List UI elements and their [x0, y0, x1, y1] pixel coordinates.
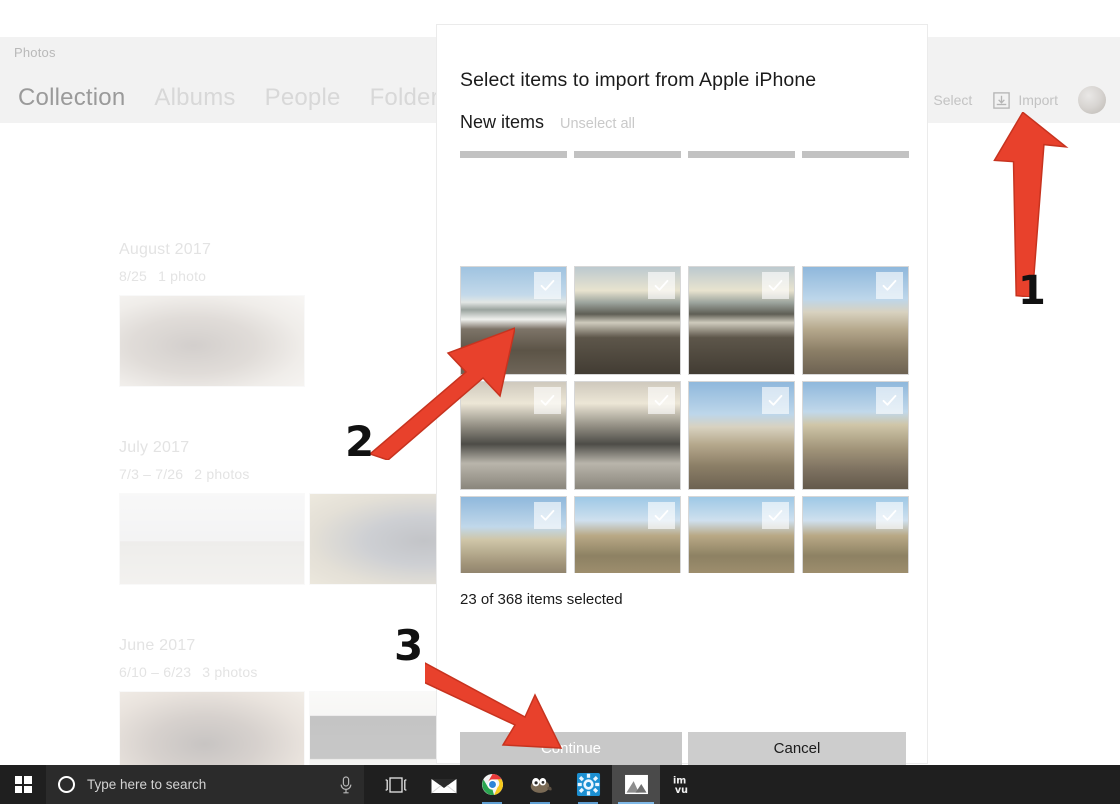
import-button[interactable]: Import — [992, 91, 1058, 110]
photo-thumbnail[interactable] — [802, 381, 909, 490]
photo-thumbnail[interactable] — [574, 496, 681, 573]
navigation-tabs: Collection Albums People Folders — [18, 84, 451, 112]
new-items-label: New items — [460, 112, 545, 132]
group-dates: 7/3 – 7/26 — [119, 466, 184, 482]
settings-app-icon[interactable] — [564, 765, 612, 804]
photo-thumbnail[interactable] — [802, 266, 909, 375]
photo-grid-item[interactable] — [574, 148, 688, 263]
photo-thumbnail[interactable] — [802, 496, 909, 573]
photo-thumbnail[interactable] — [802, 151, 909, 158]
import-label: Import — [1018, 92, 1058, 108]
photo-grid[interactable] — [460, 148, 916, 573]
mail-icon[interactable] — [420, 765, 468, 804]
photo-thumbnail[interactable] — [460, 151, 567, 158]
photo-thumbnail[interactable] — [688, 266, 795, 375]
photo-grid-item[interactable] — [574, 493, 688, 573]
checkmark-icon[interactable] — [762, 502, 789, 529]
select-label: Select — [933, 92, 973, 108]
tab-albums[interactable]: Albums — [154, 84, 235, 112]
photo-thumbnail[interactable] — [574, 151, 681, 158]
tab-collection[interactable]: Collection — [18, 84, 125, 112]
photo-thumbnail[interactable] — [574, 266, 681, 375]
app-title: Photos — [14, 45, 56, 60]
chrome-icon[interactable] — [468, 765, 516, 804]
checkmark-icon[interactable] — [534, 272, 561, 299]
screen: Photos Collection Albums People Folders … — [0, 0, 1120, 804]
photo-grid-item[interactable] — [688, 263, 802, 378]
selection-status: 23 of 368 items selected — [460, 591, 623, 608]
account-avatar[interactable] — [1078, 86, 1106, 114]
imvu-icon[interactable]: im vu — [660, 765, 708, 804]
photo-grid-item[interactable] — [802, 263, 916, 378]
photo-grid-item[interactable] — [802, 378, 916, 493]
photo-group-august: August 2017 8/25 1 photo — [119, 241, 305, 387]
gimp-icon[interactable] — [516, 765, 564, 804]
photo-grid-item[interactable] — [688, 148, 802, 263]
group-dates: 8/25 — [119, 268, 148, 284]
search-input[interactable]: Type here to search — [87, 777, 326, 792]
group-count: 1 photo — [158, 268, 207, 284]
dialog-subheader: New items Unselect all — [460, 112, 635, 133]
checkmark-icon[interactable] — [648, 387, 675, 414]
photo-grid-item[interactable] — [460, 493, 574, 573]
windows-start-icon — [14, 776, 32, 793]
tab-people[interactable]: People — [265, 84, 341, 112]
taskbar-items: im vu — [372, 765, 708, 804]
dialog-title: Select items to import from Apple iPhone — [460, 69, 817, 91]
annotation-arrow-3 — [425, 662, 563, 749]
photo-grid-item[interactable] — [802, 493, 916, 573]
photo-thumbnail[interactable] — [574, 381, 681, 490]
photo-thumbnail[interactable] — [688, 381, 795, 490]
cancel-button[interactable]: Cancel — [688, 732, 906, 765]
photo-thumbnail[interactable] — [688, 496, 795, 573]
photo-thumbnail[interactable] — [688, 151, 795, 158]
group-dates: 6/10 – 6/23 — [119, 664, 192, 680]
command-bar-actions: Select Import — [907, 86, 1106, 114]
cortana-ring-icon[interactable] — [58, 776, 75, 793]
checkmark-icon[interactable] — [876, 502, 903, 529]
group-title: August 2017 — [119, 241, 212, 258]
microphone-icon[interactable] — [338, 775, 354, 794]
svg-text:vu: vu — [674, 785, 687, 796]
search-box[interactable]: Type here to search — [46, 765, 364, 804]
photo-grid-item[interactable] — [802, 148, 916, 263]
checkmark-icon[interactable] — [762, 387, 789, 414]
photo-grid-item[interactable] — [688, 493, 802, 573]
import-tray-icon — [992, 91, 1011, 110]
photo-grid-item[interactable] — [574, 378, 688, 493]
start-button[interactable] — [0, 765, 46, 804]
task-view-icon[interactable] — [372, 765, 420, 804]
annotation-number-1: 1 — [1018, 268, 1046, 314]
group-thumbnails — [119, 295, 305, 387]
annotation-number-2: 2 — [345, 417, 375, 466]
checkmark-icon[interactable] — [534, 502, 561, 529]
group-count: 2 photos — [194, 466, 250, 482]
photo-grid-item[interactable] — [574, 263, 688, 378]
photo-thumbnail[interactable] — [119, 295, 305, 387]
unselect-all-button[interactable]: Unselect all — [560, 116, 635, 132]
checkmark-icon[interactable] — [762, 272, 789, 299]
photo-grid-item[interactable] — [688, 378, 802, 493]
photos-icon[interactable] — [612, 765, 660, 804]
checkmark-icon[interactable] — [648, 502, 675, 529]
annotation-arrow-2 — [370, 327, 515, 460]
checkmark-icon[interactable] — [534, 387, 561, 414]
photo-thumbnail[interactable] — [119, 493, 305, 585]
checkmark-icon[interactable] — [876, 387, 903, 414]
annotation-number-3: 3 — [394, 621, 424, 670]
group-subtitle: 8/25 1 photo — [119, 268, 305, 284]
taskbar: Type here to search im vu — [0, 765, 1120, 804]
photo-thumbnail[interactable] — [460, 496, 567, 573]
group-count: 3 photos — [202, 664, 258, 680]
checkmark-icon[interactable] — [648, 272, 675, 299]
photo-grid-item[interactable] — [460, 148, 574, 263]
checkmark-icon[interactable] — [876, 272, 903, 299]
photo-grid-inner — [460, 148, 916, 573]
